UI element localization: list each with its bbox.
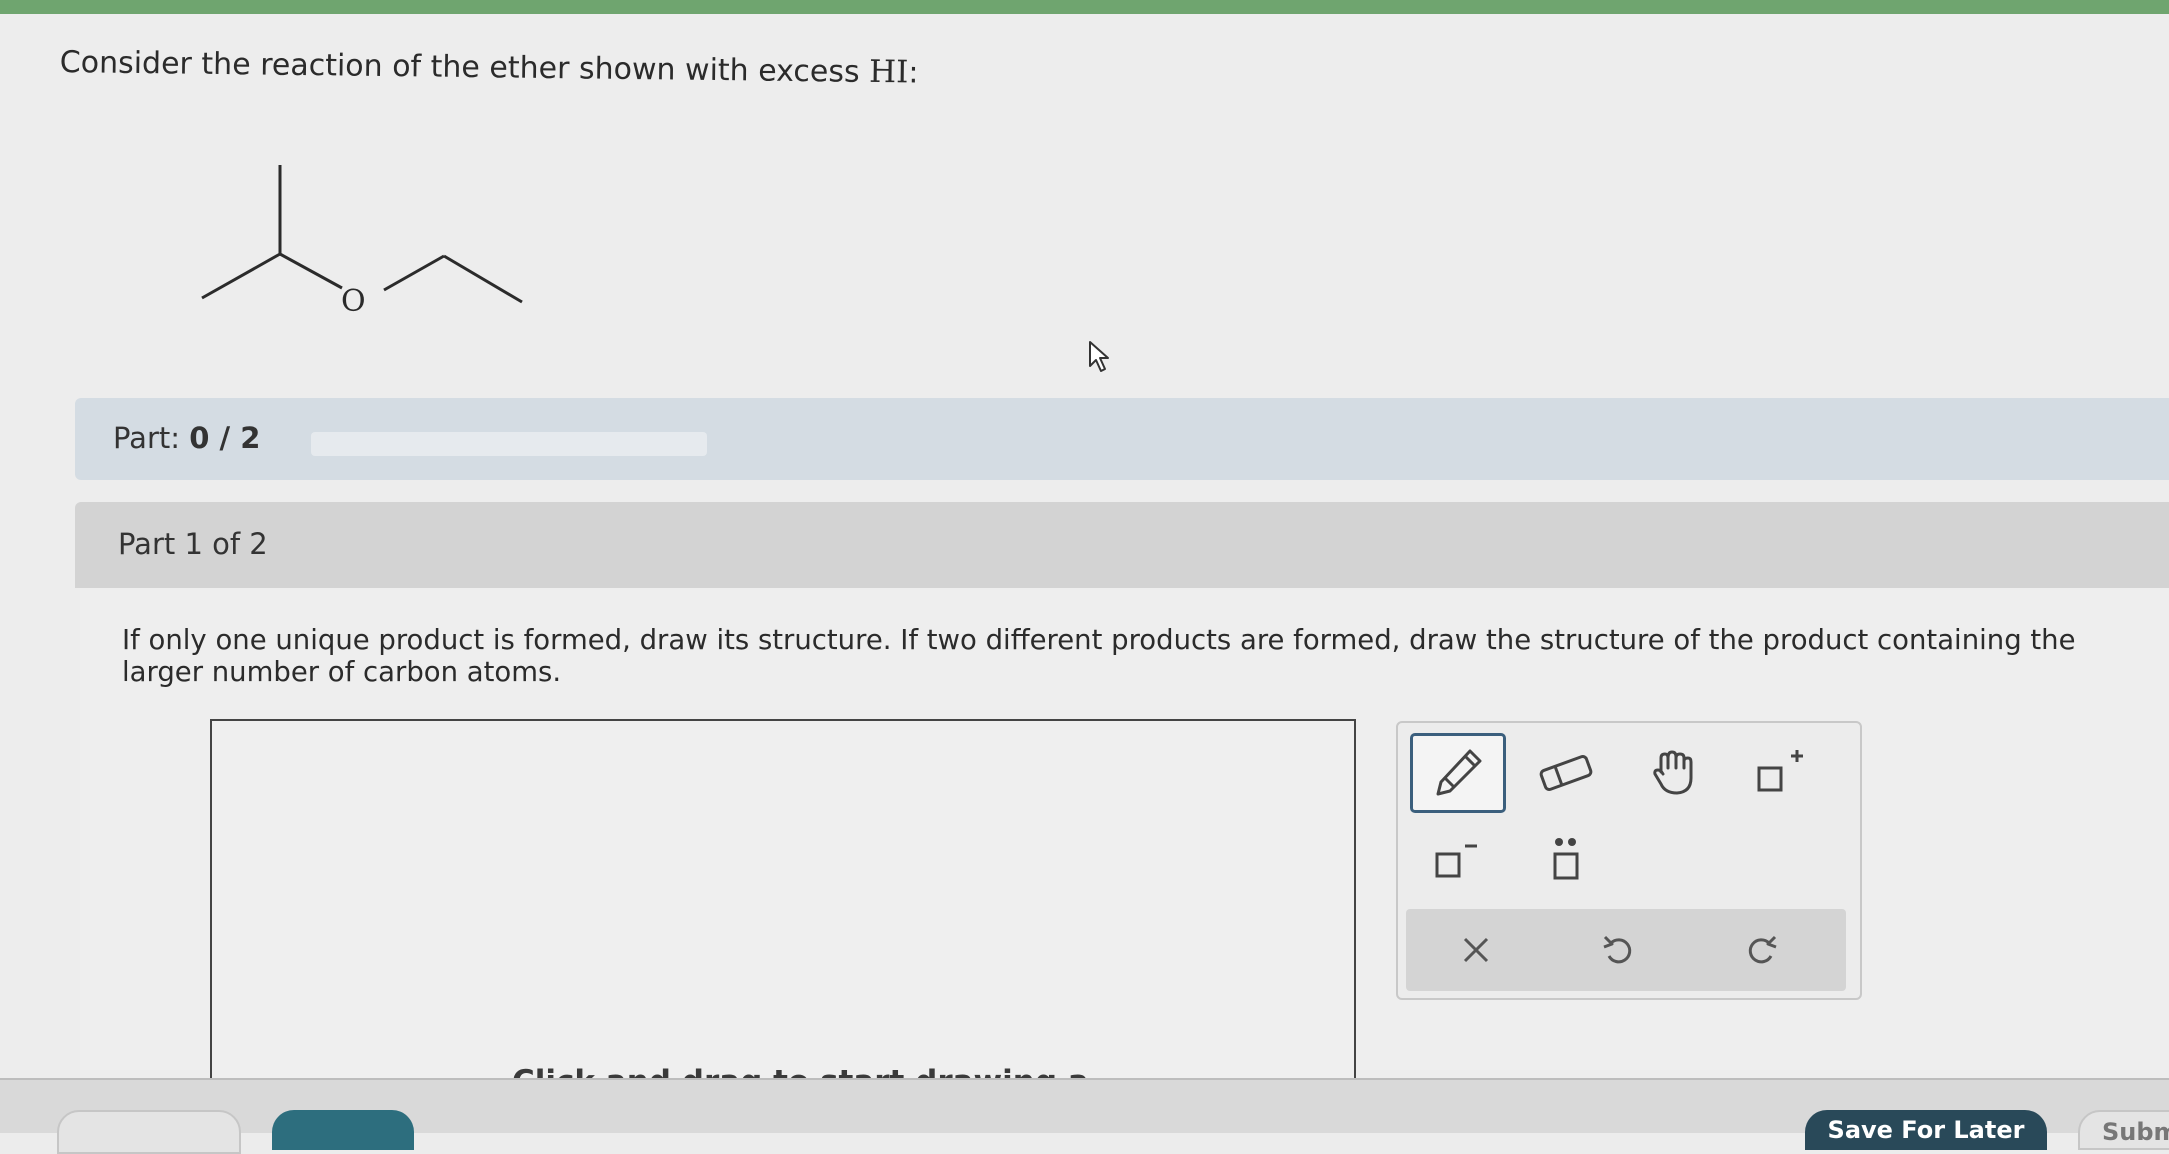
part-progress-prefix: Part: xyxy=(113,421,190,455)
part-progress-bar: Part: 0 / 2 xyxy=(75,398,2169,480)
negative-charge-icon xyxy=(1435,844,1477,878)
ether-structure: O xyxy=(201,165,523,319)
drawing-canvas[interactable]: Click and drag to start drawing a xyxy=(210,719,1356,1100)
undo-icon xyxy=(1603,935,1632,964)
part-progress-separator: / xyxy=(209,421,241,455)
positive-charge-tool-button[interactable] xyxy=(1732,733,1828,813)
top-accent-strip xyxy=(0,0,2169,14)
eraser-icon xyxy=(1539,755,1593,791)
mouse-cursor-icon xyxy=(1089,341,1109,372)
part-progress-label: Part: 0 / 2 xyxy=(113,421,260,455)
bond-ch-o xyxy=(279,252,343,290)
footer-primary-button[interactable] xyxy=(272,1110,414,1150)
lone-pair-icon xyxy=(1553,838,1579,880)
part-progress-total: 2 xyxy=(240,421,261,455)
action-bar xyxy=(1406,909,1846,991)
question-colon: : xyxy=(908,55,919,91)
hand-tool-button[interactable] xyxy=(1626,733,1722,813)
pencil-tool-button[interactable] xyxy=(1410,733,1506,813)
undo-button[interactable] xyxy=(1589,925,1649,975)
clear-button[interactable] xyxy=(1446,925,1506,975)
part-progress-current: 0 xyxy=(189,421,210,455)
redo-icon xyxy=(1748,935,1777,964)
clear-icon xyxy=(1463,937,1489,963)
pencil-icon xyxy=(1436,749,1482,796)
bond-methyl-left xyxy=(201,252,281,300)
eraser-tool-button[interactable] xyxy=(1518,733,1614,813)
lone-pair-tool-button[interactable] xyxy=(1518,819,1614,899)
save-for-later-button[interactable]: Save For Later xyxy=(1805,1110,2047,1150)
footer-bar: Save For Later Subm xyxy=(0,1078,2169,1154)
reagent-formula: HI xyxy=(868,53,909,91)
part-body: If only one unique product is formed, dr… xyxy=(80,588,2169,1100)
submit-button[interactable]: Subm xyxy=(2078,1110,2169,1150)
drawing-toolbox xyxy=(1396,721,1862,1000)
part-header-label: Part 1 of 2 xyxy=(118,527,268,561)
bond-o-ch2 xyxy=(383,254,445,292)
instructions-text: If only one unique product is formed, dr… xyxy=(122,624,2076,688)
positive-charge-icon xyxy=(1757,750,1803,792)
redo-button[interactable] xyxy=(1731,925,1791,975)
bond-ch2-ch3 xyxy=(443,254,523,304)
negative-charge-tool-button[interactable] xyxy=(1410,819,1506,899)
part-header: Part 1 of 2 xyxy=(75,502,2169,588)
hand-icon xyxy=(1653,750,1693,795)
footer-back-button[interactable] xyxy=(57,1110,241,1154)
oxygen-atom-label: O xyxy=(341,284,366,319)
progress-track xyxy=(311,432,707,456)
